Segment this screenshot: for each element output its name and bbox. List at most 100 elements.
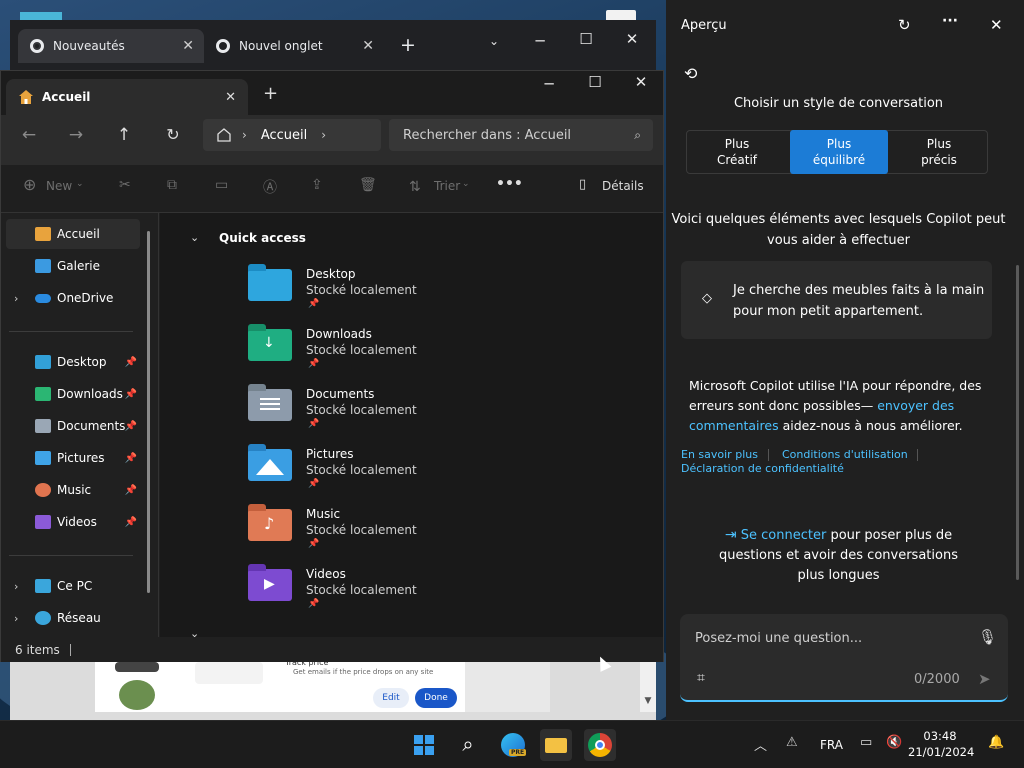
network-disconnected-icon[interactable]: ⚠ [786,735,798,750]
forward-arrow-icon[interactable]: → [61,125,91,145]
sidebar-item-label: Réseau [57,611,101,625]
tab-search-icon[interactable]: ⌄ [474,34,514,48]
sidebar-item-documents[interactable]: Documents 📌 [6,411,140,441]
sort-icon[interactable]: ⇅ [409,179,421,195]
volume-muted-icon[interactable]: 🔇 [886,735,902,750]
sidebar-item-onedrive[interactable]: › OneDrive [6,283,140,313]
screenshot-icon[interactable]: ⌗ [697,670,705,686]
folder-pictures[interactable]: Pictures Stocké localement 📌 [248,444,548,503]
style-balanced-button[interactable]: Plus équilibré [790,130,888,174]
close-tab-icon[interactable]: ✕ [225,90,236,105]
address-bar[interactable]: › Accueil › [203,119,381,151]
sidebar-scrollbar[interactable] [147,231,150,593]
sidebar-item-videos[interactable]: Videos 📌 [6,507,140,537]
edge-beta-icon[interactable]: PRE [497,729,529,761]
minimize-icon[interactable]: ─ [529,75,569,93]
microphone-icon[interactable]: 🎙 [978,628,997,646]
minimize-icon[interactable]: ─ [520,32,560,50]
new-tab-button[interactable]: + [263,83,278,104]
close-panel-icon[interactable]: ✕ [990,16,1003,34]
sidebar-item-accueil[interactable]: Accueil [6,219,140,249]
feedback-link[interactable]: envoyer des [877,398,954,413]
breadcrumb-accueil[interactable]: Accueil [261,128,307,143]
folder-videos[interactable]: ▶ Videos Stocké localement 📌 [248,564,548,623]
new-plus-icon[interactable]: ⊕ [23,175,36,194]
folder-documents[interactable]: Documents Stocké localement 📌 [248,384,548,443]
copy-icon[interactable]: ⧉ [167,177,177,193]
refresh-icon[interactable]: ↻ [898,16,911,34]
display-icon[interactable]: ▭ [860,735,872,750]
new-button[interactable]: New [46,179,72,193]
sidebar-item-reseau[interactable]: › Réseau [6,603,140,633]
learn-more-link[interactable]: En savoir plus [681,448,758,461]
search-input[interactable]: Rechercher dans : Accueil ⌕ [389,119,653,151]
more-options-icon[interactable]: ••• [496,176,523,192]
explorer-tab-accueil[interactable]: Accueil ✕ [6,79,248,115]
paste-icon[interactable]: ▭ [215,177,228,193]
scrollbar-down-icon[interactable]: ▼ [640,662,656,712]
notification-bell-icon[interactable]: 🔔 [988,735,1004,750]
rename-icon[interactable]: Ⓐ [263,177,277,197]
feedback-link[interactable]: commentaires [689,418,779,433]
close-tab-icon[interactable]: ✕ [362,38,374,54]
new-chevron-icon[interactable]: ⌄ [76,179,84,189]
breadcrumb-chevron-icon[interactable]: › [321,128,326,142]
windows-start-icon[interactable] [408,729,440,761]
history-icon[interactable]: ⟲ [684,64,697,83]
expand-chevron-icon[interactable]: › [14,580,18,593]
send-icon[interactable]: ➤ [978,670,991,688]
done-button[interactable]: Done [415,688,457,708]
terms-link[interactable]: Conditions d'utilisation [782,448,908,461]
file-explorer-taskbar-icon[interactable] [540,729,572,761]
details-pane-icon[interactable]: ▯ [579,177,586,192]
tray-overflow-chevron-icon[interactable]: ︿ [754,735,767,754]
delete-icon[interactable]: 🗑 [359,177,377,193]
chrome-icon [30,39,44,53]
folder-name: Videos [306,567,346,581]
suggestion-card[interactable]: ◇ Je cherche des meubles faits à la main… [681,261,992,339]
sidebar-item-pictures[interactable]: Pictures 📌 [6,443,140,473]
sort-chevron-icon[interactable]: ⌄ [462,179,470,189]
chrome-tab-nouveautes[interactable]: Nouveautés ✕ [18,29,204,63]
sidebar-item-music[interactable]: Music 📌 [6,475,140,505]
close-window-icon[interactable]: ✕ [612,30,652,48]
edit-button[interactable]: Edit [373,688,409,708]
language-indicator[interactable]: FRA [820,738,843,752]
folder-location: Stocké localement [306,583,417,597]
sidebar-item-desktop[interactable]: Desktop 📌 [6,347,140,377]
sidebar-item-galerie[interactable]: Galerie [6,251,140,281]
up-arrow-icon[interactable]: ↑ [109,125,139,145]
signin-link[interactable]: Se connecter [741,528,827,543]
sidebar-item-ce-pc[interactable]: › Ce PC [6,571,140,601]
new-tab-button[interactable]: + [400,34,416,56]
refresh-icon[interactable]: ↻ [158,125,188,144]
back-arrow-icon[interactable]: ← [14,125,44,145]
close-window-icon[interactable]: ✕ [621,73,661,91]
search-icon[interactable]: ⌕ [452,729,484,761]
folder-downloads[interactable]: ↓ Downloads Stocké localement 📌 [248,324,548,383]
details-button[interactable]: Détails [602,179,644,193]
cut-icon[interactable]: ✂ [119,177,131,193]
maximize-icon[interactable]: ☐ [566,30,606,48]
folder-desktop[interactable]: Desktop Stocké localement 📌 [248,264,548,323]
chrome-taskbar-icon[interactable] [584,729,616,761]
panel-scrollbar[interactable] [1016,265,1019,580]
close-tab-icon[interactable]: ✕ [182,38,194,54]
chrome-tab-nouvel-onglet[interactable]: Nouvel onglet ✕ [204,29,384,63]
expand-chevron-icon[interactable]: › [14,292,18,305]
share-icon[interactable]: ⇪ [311,177,323,193]
sort-button[interactable]: Trier [434,179,460,193]
sidebar-item-downloads[interactable]: Downloads 📌 [6,379,140,409]
more-options-icon[interactable]: ··· [942,13,958,29]
style-creative-button[interactable]: Plus Créatif [688,130,786,174]
clock-time[interactable]: 03:48 [918,729,962,743]
maximize-icon[interactable]: ☐ [575,73,615,91]
expand-chevron-icon[interactable]: › [14,612,18,625]
quick-access-header[interactable]: Quick access [219,231,306,245]
chat-input-box[interactable]: Posez-moi une question... 🎙 ⌗ 0/2000 ➤ [680,614,1008,702]
folder-music[interactable]: ♪ Music Stocké localement 📌 [248,504,548,563]
style-precise-button[interactable]: Plus précis [890,130,988,174]
collapse-chevron-icon[interactable]: ⌄ [190,231,199,244]
clock-date[interactable]: 21/01/2024 [908,745,974,759]
privacy-link[interactable]: Déclaration de confidentialité [681,462,844,475]
